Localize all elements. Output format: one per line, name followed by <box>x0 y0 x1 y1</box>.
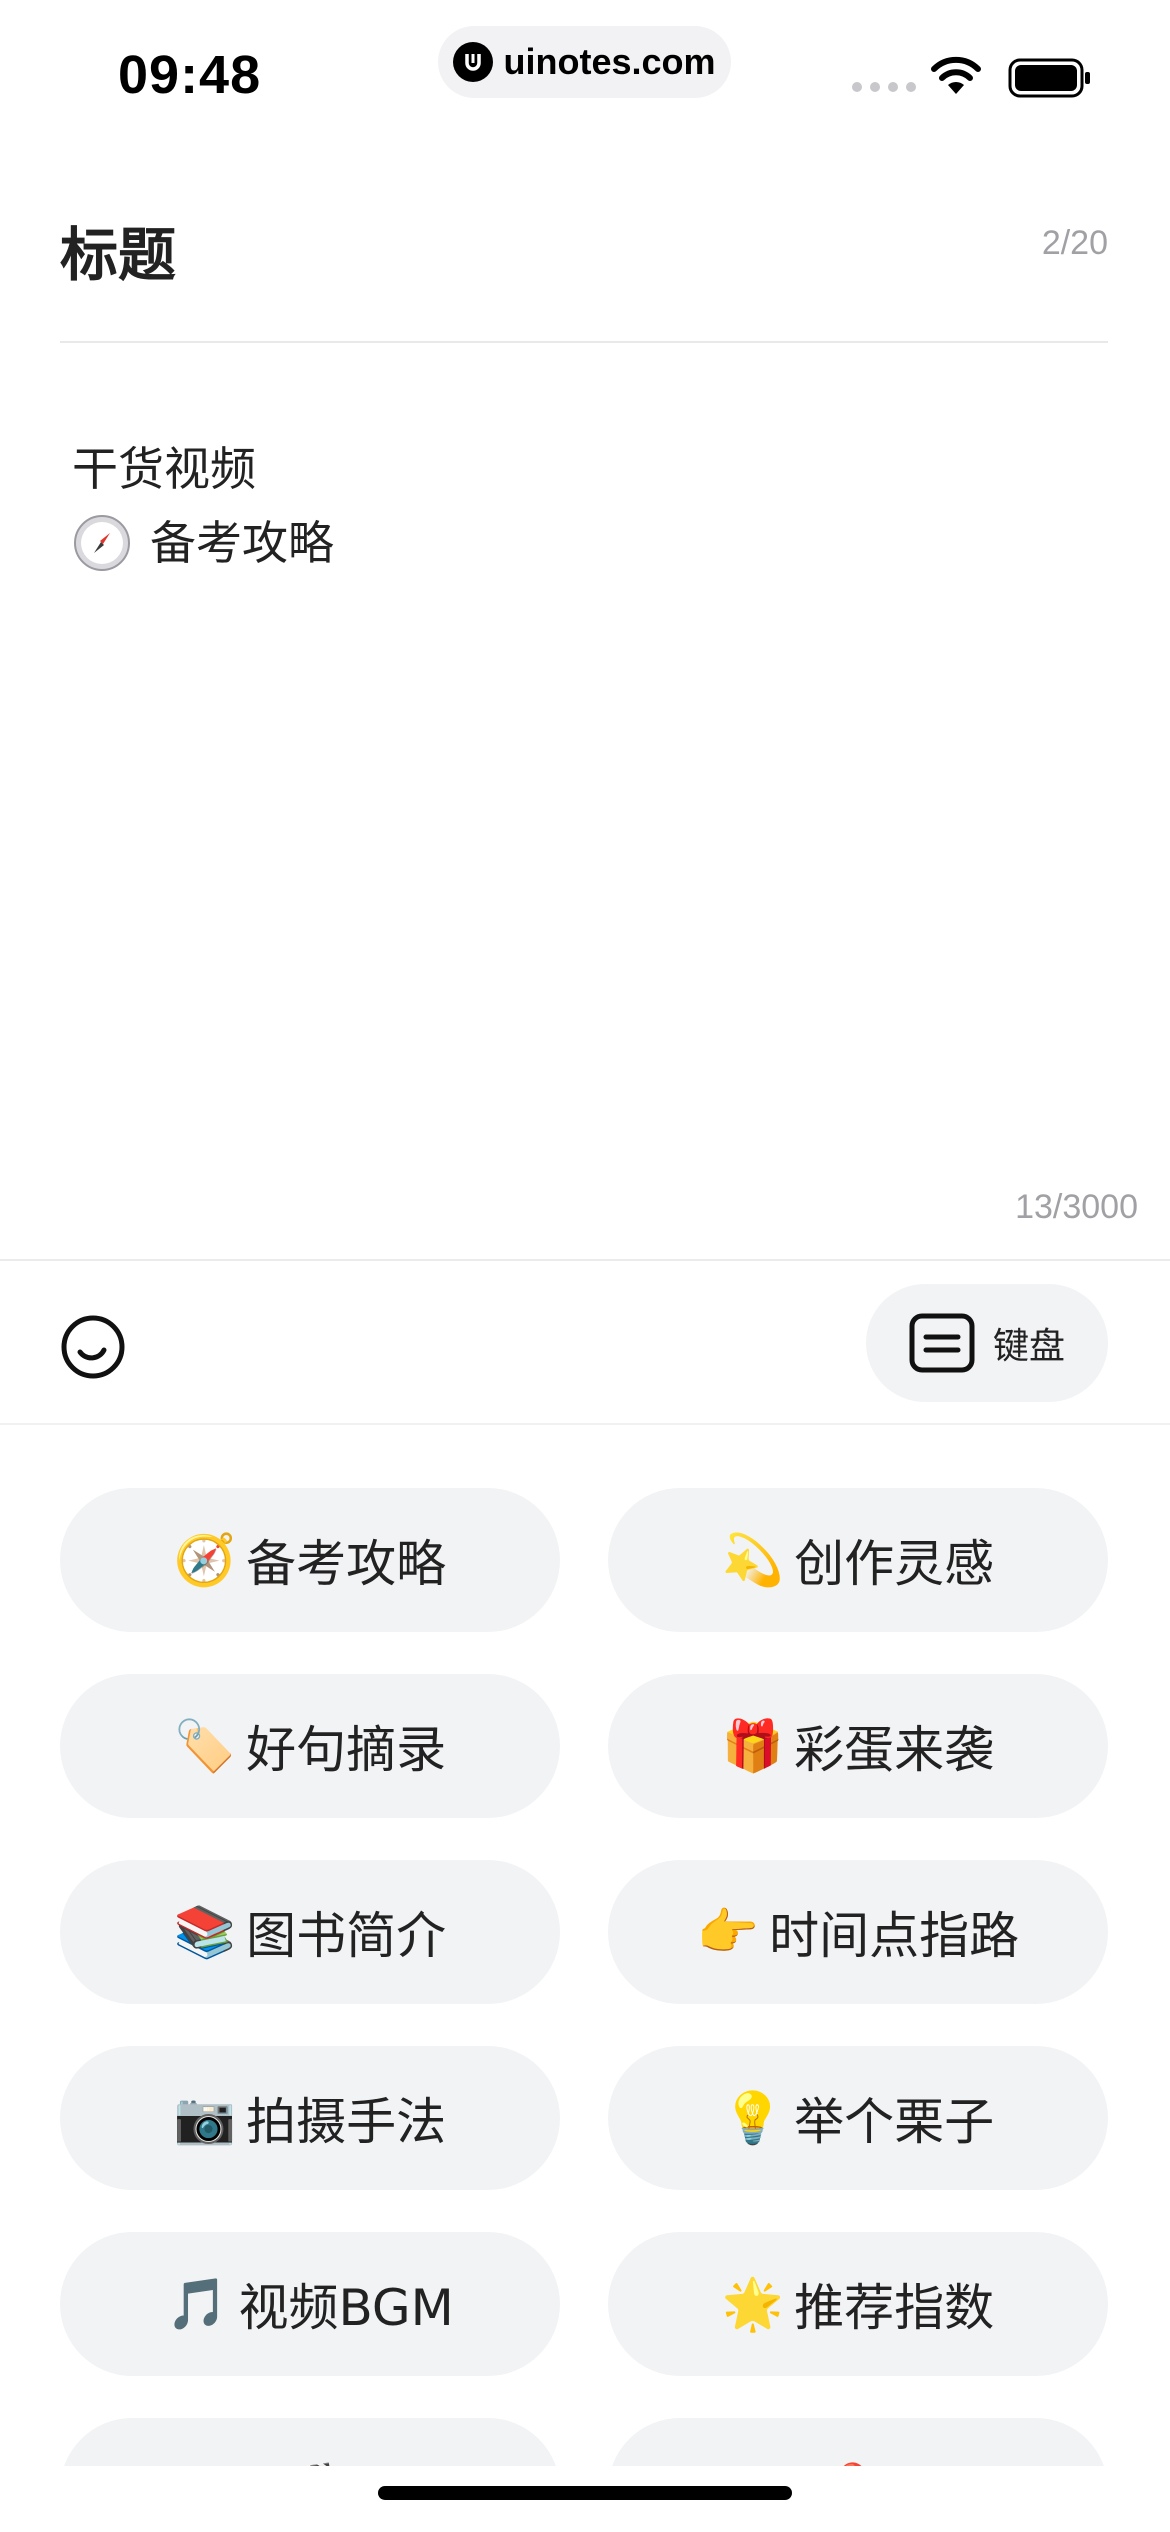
camera-icon: 📷 <box>173 2089 237 2147</box>
home-indicator[interactable] <box>378 2486 792 2500</box>
body-divider <box>0 1259 1170 1261</box>
body-char-count: 13/3000 <box>1015 1188 1138 1226</box>
keyboard-icon <box>909 1313 975 1373</box>
template-chip-label: 推荐指数 <box>794 2279 995 2337</box>
battery-icon <box>1008 58 1090 98</box>
cellular-signal-icon <box>852 82 916 92</box>
template-chip-label: 时间点指路 <box>769 1907 1020 1965</box>
template-chip[interactable]: 📷 拍摄手法 <box>60 2046 560 2190</box>
site-logo-icon <box>453 42 494 82</box>
dizzy-star-icon: 💫 <box>721 1531 785 1589</box>
template-chip-label: 视频BGM <box>238 2279 454 2337</box>
glowing-star-icon: 🌟 <box>721 2275 785 2333</box>
status-time: 09:48 <box>118 45 262 105</box>
template-chip[interactable]: 🧭 备考攻略 <box>60 1488 560 1632</box>
template-chip-label: 举个栗子 <box>794 2093 995 2151</box>
url-pill[interactable]: uinotes.com <box>438 26 731 98</box>
title-label: 标题 <box>60 221 177 289</box>
template-chip[interactable]: 🎵 视频BGM <box>60 2232 560 2376</box>
template-chip[interactable]: 🌟 推荐指数 <box>608 2232 1108 2376</box>
books-icon: 📚 <box>173 1903 237 1961</box>
label-tag-icon: 🏷️ <box>173 1717 237 1775</box>
toolbar-divider <box>0 1423 1170 1425</box>
template-chip[interactable]: 👉 时间点指路 <box>608 1860 1108 2004</box>
music-note-icon: 🎵 <box>166 2275 229 2333</box>
compass-icon <box>74 515 130 571</box>
template-chip[interactable]: 📚 图书简介 <box>60 1860 560 2004</box>
pointing-hand-icon: 👉 <box>696 1903 760 1961</box>
template-chip-label: 图书简介 <box>246 1907 447 1965</box>
compass-icon: 🧭 <box>173 1531 237 1589</box>
template-chip[interactable]: 🎁 彩蛋来袭 <box>608 1674 1108 1818</box>
wifi-icon <box>931 56 981 94</box>
body-line-1: 干货视频 <box>72 432 1092 506</box>
keyboard-button[interactable]: 键盘 <box>866 1284 1108 1402</box>
light-bulb-icon: 💡 <box>721 2089 785 2147</box>
body-text-area[interactable]: 干货视频 备考攻略 <box>72 432 1092 580</box>
template-chip[interactable]: 📍 <box>608 2418 1108 2466</box>
template-chip[interactable]: 💫 创作灵感 <box>608 1488 1108 1632</box>
screen: 09:48 uinotes.com 标题 2/20 干货视频 备考攻略 13/3… <box>0 0 1170 2532</box>
template-chip[interactable]: 🎬 <box>60 2418 560 2466</box>
clapper-icon: 🎬 <box>274 2465 336 2466</box>
template-chip-label: 创作灵感 <box>794 1535 995 1593</box>
template-chip-label: 拍摄手法 <box>246 2093 447 2151</box>
template-chip-label: 彩蛋来袭 <box>794 1721 995 1779</box>
body-line-text: 备考攻略 <box>150 516 334 570</box>
template-chip[interactable]: 💡 举个栗子 <box>608 2046 1108 2190</box>
template-chip-label: 好句摘录 <box>246 1721 447 1779</box>
body-line-text: 干货视频 <box>72 442 256 496</box>
template-chip-grid: 🧭 备考攻略 💫 创作灵感 🏷️ 好句摘录 🎁 彩蛋来袭 📚 图书简介 👉 时间点指路 📷 拍摄手法 💡 举个… <box>60 1488 1108 2466</box>
smiley-icon[interactable] <box>58 1312 128 1382</box>
body-line-2: 备考攻略 <box>72 506 1092 580</box>
template-chip-label: 备考攻略 <box>246 1535 447 1593</box>
url-text: uinotes.com <box>503 41 716 82</box>
keyboard-label: 键盘 <box>992 1326 1065 1367</box>
gift-icon: 🎁 <box>721 1717 785 1775</box>
pin-icon: 📍 <box>822 2465 884 2466</box>
template-chip[interactable]: 🏷️ 好句摘录 <box>60 1674 560 1818</box>
title-divider <box>60 341 1108 343</box>
title-char-count: 2/20 <box>1041 224 1108 262</box>
